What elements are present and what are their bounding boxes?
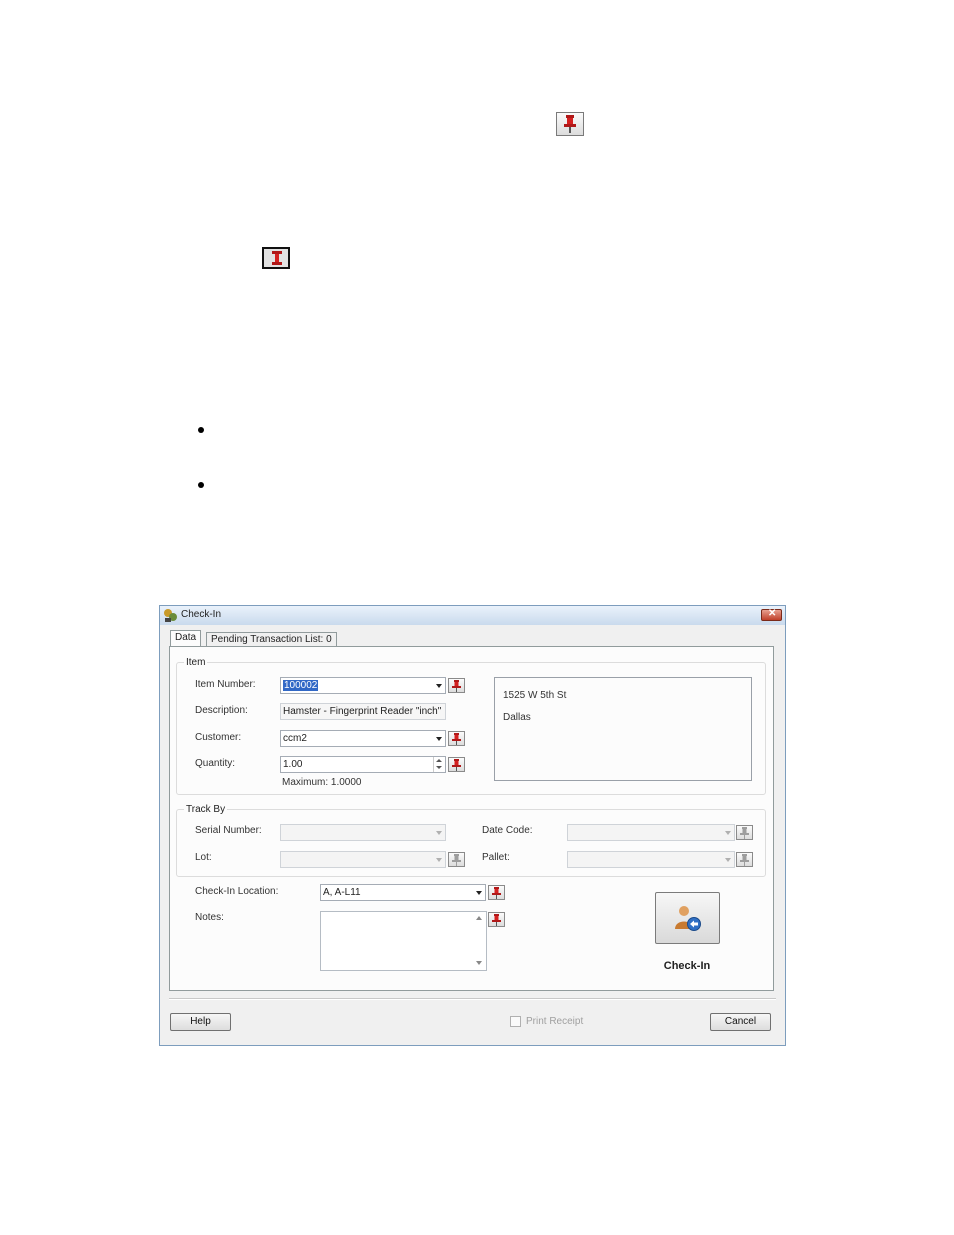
chevron-down-icon[interactable] bbox=[725, 858, 731, 862]
chevron-down-icon[interactable] bbox=[436, 766, 442, 769]
chevron-down-icon[interactable] bbox=[725, 831, 731, 835]
customer-pin-button[interactable] bbox=[448, 731, 465, 746]
bullet-point bbox=[198, 427, 204, 433]
address-line-1: 1525 W 5th St bbox=[503, 690, 567, 701]
close-button[interactable]: ✕ bbox=[761, 608, 782, 621]
chevron-down-icon[interactable] bbox=[436, 831, 442, 835]
quantity-pin-button[interactable] bbox=[448, 757, 465, 772]
title-bar[interactable]: Check-In ✕ bbox=[160, 606, 785, 625]
pallet-pin-button[interactable] bbox=[736, 852, 753, 867]
push-pin-icon bbox=[492, 914, 501, 926]
customer-value: ccm2 bbox=[283, 733, 307, 744]
scroll-down-icon[interactable] bbox=[476, 961, 482, 965]
chevron-down-icon[interactable] bbox=[436, 737, 442, 741]
data-tab-panel: Item Item Number: 100002 Description: Ha… bbox=[169, 646, 774, 991]
serial-number-label: Serial Number: bbox=[195, 825, 262, 836]
push-pin-icon bbox=[452, 680, 461, 692]
push-pin-icon bbox=[564, 115, 576, 133]
quantity-spin-buttons[interactable] bbox=[433, 757, 445, 772]
pallet-dropdown[interactable] bbox=[567, 851, 735, 868]
push-pin-icon bbox=[740, 827, 749, 839]
notes-pin-button[interactable] bbox=[488, 912, 505, 927]
tab-pending-transaction-list[interactable]: Pending Transaction List: 0 bbox=[206, 632, 337, 647]
dialog-title: Check-In bbox=[181, 609, 222, 620]
print-receipt-checkbox[interactable] bbox=[510, 1016, 521, 1027]
tab-label: Pending Transaction List: 0 bbox=[211, 634, 332, 645]
chevron-down-icon[interactable] bbox=[476, 891, 482, 895]
customer-dropdown[interactable]: ccm2 bbox=[280, 730, 446, 747]
description-label: Description: bbox=[195, 705, 248, 716]
item-number-label: Item Number: bbox=[195, 679, 256, 690]
date-code-dropdown[interactable] bbox=[567, 824, 735, 841]
checkin-button-label: Check-In bbox=[663, 960, 711, 972]
notes-label: Notes: bbox=[195, 912, 224, 923]
chevron-down-icon[interactable] bbox=[436, 684, 442, 688]
lot-pin-button[interactable] bbox=[448, 852, 465, 867]
date-code-label: Date Code: bbox=[482, 825, 533, 836]
bullet-point bbox=[198, 482, 204, 488]
lot-label: Lot: bbox=[195, 852, 212, 863]
push-pin-icon bbox=[452, 733, 461, 745]
item-number-dropdown[interactable]: 100002 bbox=[280, 677, 446, 694]
push-pin-icon bbox=[492, 887, 501, 899]
push-pin-icon bbox=[452, 759, 461, 771]
description-value: Hamster - Fingerprint Reader "inch" bbox=[283, 706, 442, 717]
check-in-dialog: Check-In ✕ Data Pending Transaction List… bbox=[159, 605, 786, 1046]
notes-textarea[interactable] bbox=[320, 911, 487, 971]
close-icon: ✕ bbox=[768, 608, 777, 619]
track-by-group-label: Track By bbox=[184, 804, 228, 815]
item-number-value: 100002 bbox=[283, 680, 319, 691]
help-button[interactable]: Help bbox=[170, 1013, 231, 1031]
print-receipt-label: Print Receipt bbox=[526, 1016, 584, 1027]
address-line-2: Dallas bbox=[503, 712, 531, 723]
customer-label: Customer: bbox=[195, 732, 242, 743]
chevron-up-icon[interactable] bbox=[436, 759, 442, 762]
item-group-label: Item bbox=[184, 657, 208, 668]
push-pin-icon bbox=[452, 854, 461, 866]
quantity-label: Quantity: bbox=[195, 758, 236, 769]
push-pin-icon bbox=[740, 854, 749, 866]
serial-number-dropdown[interactable] bbox=[280, 824, 446, 841]
tab-data[interactable]: Data bbox=[170, 630, 202, 647]
lot-dropdown[interactable] bbox=[280, 851, 446, 868]
checkin-button[interactable] bbox=[655, 892, 720, 944]
quantity-stepper[interactable]: 1.00 bbox=[280, 756, 446, 773]
pallet-label: Pallet: bbox=[482, 852, 510, 863]
checkin-location-pin-button[interactable] bbox=[488, 885, 505, 900]
notes-scrollbar[interactable] bbox=[473, 912, 486, 970]
chevron-down-icon[interactable] bbox=[436, 858, 442, 862]
divider bbox=[169, 998, 776, 1000]
item-number-pin-button[interactable] bbox=[448, 678, 465, 693]
push-pin-button-example bbox=[556, 112, 584, 136]
push-pin-button-example-boxed bbox=[262, 247, 290, 269]
checkin-location-label: Check-In Location: bbox=[195, 886, 279, 897]
cancel-button[interactable]: Cancel bbox=[710, 1013, 771, 1031]
description-field: Hamster - Fingerprint Reader "inch" bbox=[280, 703, 446, 720]
maximum-quantity-text: Maximum: 1.0000 bbox=[282, 777, 362, 788]
quantity-value: 1.00 bbox=[283, 759, 303, 770]
person-arrow-icon bbox=[675, 906, 701, 931]
push-pin-icon bbox=[272, 251, 282, 265]
checkin-location-dropdown[interactable]: A, A-L11 bbox=[320, 884, 486, 901]
date-code-pin-button[interactable] bbox=[736, 825, 753, 840]
customer-address-box: 1525 W 5th St Dallas bbox=[494, 677, 752, 781]
scroll-up-icon[interactable] bbox=[476, 916, 482, 920]
tab-label: Data bbox=[175, 632, 197, 643]
app-icon bbox=[164, 609, 177, 622]
checkin-location-value: A, A-L11 bbox=[323, 887, 361, 898]
